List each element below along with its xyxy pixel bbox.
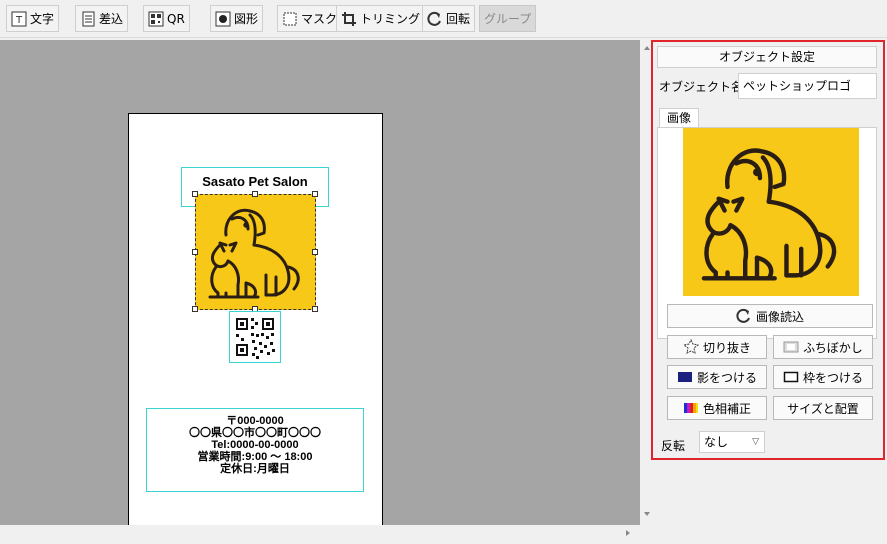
address-line: 営業時間:9:00 ～ 18:00 [197,451,313,463]
panel-highlight-frame: オブジェクト設定 オブジェクト名 ペットショップロゴ 画像 画像読込 切り抜き … [651,40,885,460]
cutout-label: 切り抜き [702,340,751,355]
qr-tool-label: QR [167,11,185,26]
shadow-button[interactable]: 影をつける [667,365,767,389]
rotate-tool-button[interactable]: 回転 [422,5,476,32]
scroll-right-arrow-icon [626,530,630,536]
blur-edge-icon [783,339,799,355]
object-name-input[interactable]: ペットショップロゴ [738,73,877,99]
frame-icon [783,369,799,385]
resize-handle-w[interactable] [192,249,198,255]
resize-handle-se[interactable] [312,306,318,312]
qr-code-image [236,318,275,359]
group-tool-label: グループ [484,12,532,26]
trim-tool-label: トリミング [360,12,421,26]
frame-button[interactable]: 枠をつける [773,365,873,389]
tab-image[interactable]: 画像 [659,108,699,128]
title-text: Sasato Pet Salon [202,174,308,189]
address-line: 定休日:月曜日 [220,463,290,475]
object-name-label: オブジェクト名 [659,80,744,94]
cutout-icon [682,338,700,355]
merge-tool-button[interactable]: 差込 [75,5,129,32]
preview-dog-cat-logo [701,148,837,281]
chevron-down-icon: ▽ [752,437,759,447]
address-line: Tel:0000-00-0000 [211,439,299,451]
shadow-icon [677,369,693,385]
color-bars-icon [683,400,699,416]
flip-select[interactable]: なし ▽ [699,431,765,453]
canvas-area[interactable]: Sasato Pet Salon 〒000-0000 〇〇県〇〇市〇〇町〇〇〇 … [0,40,640,534]
blur-edge-label: ふちぼかし [803,340,863,355]
cutout-button[interactable]: 切り抜き [667,335,767,359]
size-position-label: サイズと配置 [787,401,859,416]
text-tool-label: 文字 [30,12,55,26]
qr-tool-button[interactable]: QR [143,5,190,32]
rotate-icon [427,11,443,27]
resize-handle-sw[interactable] [192,306,198,312]
dog-cat-logo [208,208,300,299]
flip-select-value: なし [704,435,729,449]
horizontal-scrollbar[interactable] [0,525,654,541]
hue-adjust-label: 色相補正 [702,401,751,416]
resize-handle-ne[interactable] [312,191,318,197]
shape-tool-label: 図形 [234,12,259,26]
mask-tool-label: マスク [301,12,338,26]
hue-adjust-button[interactable]: 色相補正 [667,396,767,420]
text-icon: T [11,11,27,27]
logo-image-object[interactable] [192,191,318,312]
size-position-button[interactable]: サイズと配置 [773,396,873,420]
rotate-tool-label: 回転 [446,12,471,26]
address-text: 〒000-0000 〇〇県〇〇市〇〇町〇〇〇 Tel:0000-00-0000 … [147,415,363,475]
group-tool-button[interactable]: グループ [479,5,537,32]
object-settings-panel: オブジェクト設定 オブジェクト名 ペットショップロゴ 画像 画像読込 切り抜き … [651,40,887,525]
shadow-label: 影をつける [696,370,757,385]
panel-header: オブジェクト設定 [657,46,877,68]
mask-tool-button[interactable]: マスク [277,5,343,32]
toolbar: T 文字 差込 QR 図形 マスク トリミング 回転 グループ [0,0,887,38]
shape-tool-button[interactable]: 図形 [210,5,264,32]
flip-label: 反転 [661,439,686,453]
shape-icon [215,11,231,27]
resize-handle-e[interactable] [312,249,318,255]
resize-handle-nw[interactable] [192,191,198,197]
trim-tool-button[interactable]: トリミング [336,5,426,32]
address-line: 〒000-0000 [226,415,284,427]
svg-text:T: T [15,15,23,26]
image-preview [683,128,859,296]
qr-code-object[interactable] [229,311,281,363]
frame-label: 枠をつける [802,370,863,385]
resize-handle-n[interactable] [252,191,258,197]
business-card-paper[interactable]: Sasato Pet Salon 〒000-0000 〇〇県〇〇市〇〇町〇〇〇 … [128,113,383,534]
text-tool-button[interactable]: T 文字 [6,5,60,32]
load-image-button[interactable]: 画像読込 [667,304,873,328]
merge-tool-label: 差込 [99,12,124,26]
address-text-object[interactable]: 〒000-0000 〇〇県〇〇市〇〇町〇〇〇 Tel:0000-00-0000 … [146,408,364,492]
address-line: 〇〇県〇〇市〇〇町〇〇〇 [189,427,321,439]
crop-icon [341,11,357,27]
reload-icon [736,308,752,324]
qr-code-icon [148,11,164,27]
load-image-label: 画像読込 [755,309,804,324]
blur-edge-button[interactable]: ふちぼかし [773,335,873,359]
mask-icon [282,11,298,27]
document-icon [80,11,96,27]
